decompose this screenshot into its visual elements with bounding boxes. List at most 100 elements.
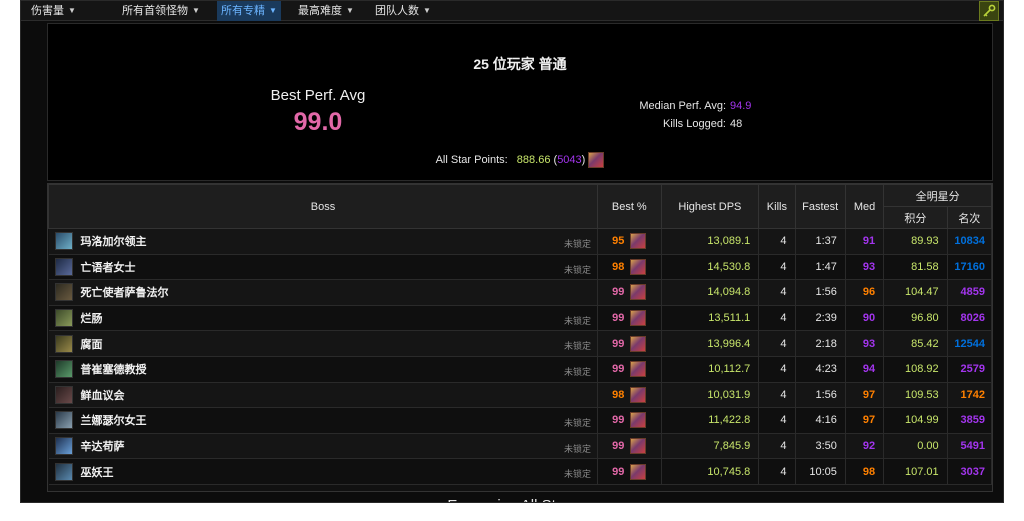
cell-boss: 亡语者女士 未锁定 (48, 254, 599, 281)
table-row[interactable]: 死亡使者萨鲁法尔 99 14,094.8 4 1:56 96 104.47 4859 (48, 279, 993, 306)
kills-logged-row: Kills Logged: 48 (663, 118, 760, 130)
header-boss[interactable]: Boss (47, 184, 599, 229)
header-rank[interactable]: 名次 (946, 206, 993, 229)
boss-lanathel-icon (54, 411, 73, 430)
cell-rank[interactable]: 2579 (947, 356, 993, 383)
cell-med: 97 (845, 382, 885, 409)
cell-kills: 4 (758, 228, 796, 255)
cell-rank[interactable]: 17160 (947, 254, 993, 281)
boss-name-link[interactable]: 辛达苟萨 (81, 441, 125, 453)
cell-best-pct: 99 (597, 407, 662, 434)
cell-best-pct: 99 (597, 433, 662, 460)
header-med[interactable]: Med (844, 184, 885, 229)
boss-name-link[interactable]: 亡语者女士 (81, 262, 136, 274)
table-row[interactable]: 玛洛加尔领主 未锁定 95 13,089.1 4 1:37 91 89.93 10834 (48, 228, 993, 255)
best-pct-value[interactable]: 99 (612, 363, 624, 375)
cell-boss: 辛达苟萨 未锁定 (48, 433, 599, 460)
cell-rank[interactable]: 12544 (947, 330, 993, 357)
cell-rank[interactable]: 8026 (947, 305, 993, 332)
table-row[interactable]: 烂肠 未锁定 99 13,511.1 4 2:39 90 96.80 8026 (48, 305, 993, 332)
cell-boss: 普崔塞德教授 未锁定 (48, 356, 599, 383)
cell-boss: 死亡使者萨鲁法尔 (48, 279, 599, 306)
boss-blood-council-icon (54, 385, 73, 404)
cell-med: 94 (845, 356, 885, 383)
table-row[interactable]: 亡语者女士 未锁定 98 14,530.8 4 1:47 93 81.58 17160 (48, 254, 993, 281)
nav-dropdown-1[interactable]: 所有首领怪物 ▼ (118, 1, 204, 21)
boss-name-link[interactable]: 鲜血议会 (81, 390, 125, 402)
best-pct-value[interactable]: 99 (612, 312, 624, 324)
cell-best-pct: 95 (597, 228, 662, 255)
cell-med: 92 (845, 433, 885, 460)
cell-kills: 4 (758, 254, 796, 281)
best-pct-value[interactable]: 95 (612, 235, 624, 247)
expansion-all-stars-caption: Expansion All Stars (21, 493, 1003, 502)
cell-fastest: 2:39 (795, 305, 846, 332)
cell-best-pct: 99 (597, 330, 662, 357)
header-points[interactable]: 积分 (883, 206, 948, 229)
header-best-pct[interactable]: Best % (597, 184, 662, 229)
best-pct-value[interactable]: 98 (612, 261, 624, 273)
boss-name-link[interactable]: 死亡使者萨鲁法尔 (81, 287, 169, 299)
screenshot: 伤害量 ▼ 所有首领怪物 ▼ 所有专精 ▼ 最高难度 ▼ 团队人数 ▼ 25 位玩家 普通 Bes… (0, 0, 1024, 521)
best-pct-value[interactable]: 99 (612, 286, 624, 298)
boss-name-link[interactable]: 兰娜瑟尔女王 (81, 415, 147, 427)
all-star-rank[interactable]: 5043 (557, 154, 581, 166)
header-highest-dps[interactable]: Highest DPS (660, 184, 760, 229)
table-row[interactable]: 普崔塞德教授 未锁定 99 10,112.7 4 4:23 94 108.92 2579 (48, 356, 993, 383)
table-row[interactable]: 腐面 未锁定 99 13,996.4 4 2:18 93 85.42 12544 (48, 330, 993, 357)
table-row[interactable]: 兰娜瑟尔女王 未锁定 99 11,422.8 4 4:16 97 104.99 3859 (48, 407, 993, 434)
boss-name-link[interactable]: 玛洛加尔领主 (81, 236, 147, 248)
boss-name-link[interactable]: 腐面 (81, 339, 103, 351)
all-star-points-label: All Star Points: (435, 153, 508, 166)
cell-fastest: 1:56 (795, 382, 846, 409)
cell-med: 93 (845, 330, 885, 357)
best-pct-value[interactable]: 99 (612, 466, 624, 478)
cell-highest-dps: 14,530.8 (661, 254, 760, 281)
table-row[interactable]: 鲜血议会 98 10,031.9 4 1:56 97 109.53 1742 (48, 382, 993, 409)
best-pct-value[interactable]: 98 (612, 389, 624, 401)
cell-kills: 4 (758, 279, 796, 306)
nav-dropdown-2[interactable]: 所有专精 ▼ (217, 1, 281, 21)
table-row[interactable]: 辛达苟萨 未锁定 99 7,845.9 4 3:50 92 0.00 5491 (48, 433, 993, 460)
cell-fastest: 1:56 (795, 279, 846, 306)
cell-rank[interactable]: 3859 (947, 407, 993, 434)
cell-best-pct: 99 (597, 279, 662, 306)
cell-rank[interactable]: 5491 (947, 433, 993, 460)
cell-rank[interactable]: 1742 (947, 382, 993, 409)
cell-med: 90 (845, 305, 885, 332)
median-perf-value: 94.9 (730, 100, 752, 112)
best-pct-value[interactable]: 99 (612, 338, 624, 350)
cell-highest-dps: 10,112.7 (661, 356, 760, 383)
boss-name-link[interactable]: 巫妖王 (81, 467, 114, 479)
nav-dropdown-3[interactable]: 最高难度 ▼ (294, 1, 358, 21)
boss-name-link[interactable]: 普崔塞德教授 (81, 364, 147, 376)
header-fastest[interactable]: Fastest (794, 184, 846, 229)
cell-med: 96 (845, 279, 885, 306)
cell-boss: 巫妖王 未锁定 (48, 458, 599, 485)
boss-putricide-icon (54, 360, 73, 379)
cell-med: 98 (845, 458, 885, 485)
key-icon[interactable] (979, 1, 999, 21)
filter-nav: 伤害量 ▼ 所有首领怪物 ▼ 所有专精 ▼ 最高难度 ▼ 团队人数 ▼ (21, 1, 1003, 21)
cell-rank[interactable]: 10834 (947, 228, 993, 255)
unlocked-tag: 未锁定 (564, 341, 592, 352)
caret-down-icon: ▼ (269, 6, 277, 16)
cell-rank[interactable]: 3037 (947, 458, 993, 485)
best-pct-value[interactable]: 99 (612, 414, 624, 426)
header-kills[interactable]: Kills (758, 184, 796, 229)
nav-dropdown-4[interactable]: 团队人数 ▼ (371, 1, 435, 21)
boss-rankings-table: Boss Best % Highest DPS Kills Fastest Me… (47, 183, 993, 492)
cell-highest-dps: 11,422.8 (661, 407, 760, 434)
cell-rank[interactable]: 4859 (947, 279, 993, 306)
table-row[interactable]: 巫妖王 未锁定 99 10,745.8 4 10:05 98 107.01 3037 (48, 458, 993, 485)
summary-panel: 25 位玩家 普通 Best Perf. Avg 99.0 Median Per… (47, 23, 993, 181)
cell-kills: 4 (758, 330, 796, 357)
boss-name-link[interactable]: 烂肠 (81, 313, 103, 325)
best-pct-value[interactable]: 99 (612, 440, 624, 452)
cell-fastest: 4:16 (795, 407, 846, 434)
cell-kills: 4 (758, 356, 796, 383)
nav-dropdown-0[interactable]: 伤害量 ▼ (27, 1, 80, 21)
median-perf-row: Median Perf. Avg: 94.9 (639, 100, 760, 112)
cell-best-pct: 99 (597, 356, 662, 383)
cell-kills: 4 (758, 407, 796, 434)
